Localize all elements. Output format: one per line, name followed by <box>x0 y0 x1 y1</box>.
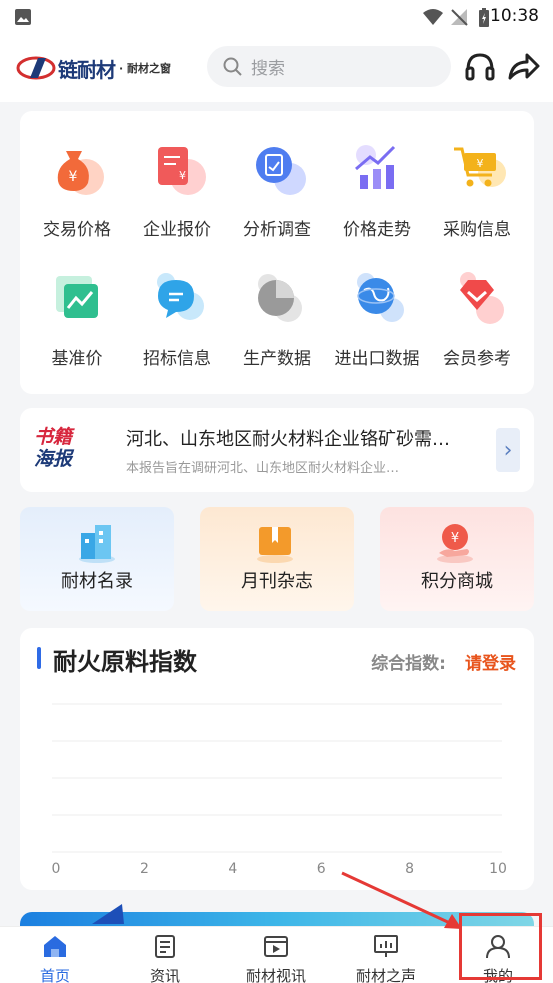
chat-bubble-icon <box>157 273 204 320</box>
grid-item-member-reference[interactable]: 会员参考 <box>427 266 527 369</box>
video-icon <box>264 936 288 957</box>
grid-item-production-data[interactable]: 生产数据 <box>227 266 327 369</box>
news-doc-icon <box>155 935 175 958</box>
logo-mark-icon <box>16 56 56 80</box>
trend-chart-icon <box>355 145 396 189</box>
invoice-icon: ¥ <box>158 147 206 195</box>
battery-icon <box>479 8 489 27</box>
grid-item-label: 进出口数据 <box>334 349 420 369</box>
search-icon <box>223 57 242 76</box>
index-chart-card: 耐火原料指数 综合指数: 请登录 0 2 4 6 8 10 <box>20 628 534 890</box>
building-icon <box>79 525 115 563</box>
no-signal-icon <box>451 9 468 26</box>
tab-label: 首页 <box>39 967 70 983</box>
badge-line-1: 书籍 <box>34 426 73 448</box>
feature-card-label: 耐材名录 <box>61 571 133 592</box>
x-tick-label: 0 <box>52 861 61 877</box>
pie-chart-icon <box>258 274 302 322</box>
grid-item-label: 企业报价 <box>143 220 211 240</box>
grid-item-benchmark[interactable]: 基准价 <box>27 266 127 369</box>
index-line-chart: 0 2 4 6 8 10 <box>52 703 507 877</box>
grid-item-tender[interactable]: 招标信息 <box>127 266 227 369</box>
banner-arrow-decoration <box>92 904 124 924</box>
grid-item-label: 会员参考 <box>443 349 511 369</box>
feature-card-label: 月刊杂志 <box>241 571 313 592</box>
tab-video[interactable]: 耐材视讯 <box>221 927 331 983</box>
grid-item-label: 交易价格 <box>43 220 111 240</box>
news-card[interactable]: 书籍 海报 河北、山东地区耐火材料企业铬矿砂需… 本报告旨在调研河北、山东地区耐… <box>20 408 534 492</box>
tab-label: 耐材之声 <box>355 967 416 983</box>
function-grid: ¥ 交易价格 ¥ 企业报价 分析调查 价格走势 ¥ 采购信息 基准价 招标信息 … <box>20 111 534 394</box>
grid-item-label: 采购信息 <box>443 220 511 240</box>
money-bag-icon: ¥ <box>57 151 104 195</box>
grid-item-import-export[interactable]: 进出口数据 <box>327 266 427 369</box>
x-tick-label: 2 <box>140 861 149 877</box>
home-icon <box>44 936 66 957</box>
x-tick-label: 10 <box>489 861 507 877</box>
vip-badge-icon <box>460 272 504 324</box>
svg-text:¥: ¥ <box>179 169 186 182</box>
chevron-right-icon[interactable]: › <box>496 428 520 472</box>
book-poster-badge: 书籍 海报 <box>34 426 88 474</box>
tab-voice[interactable]: 耐材之声 <box>331 927 441 983</box>
grid-item-company-quote[interactable]: ¥ 企业报价 <box>127 137 227 240</box>
x-tick-label: 8 <box>405 861 414 877</box>
shopping-cart-icon: ¥ <box>454 147 506 187</box>
app-logo: 链耐材 · 耐材之窗 <box>16 48 206 88</box>
header: 链耐材 · 耐材之窗 搜索 <box>0 34 553 102</box>
tab-news[interactable]: 资讯 <box>110 927 220 983</box>
tab-label: 耐材视讯 <box>245 967 306 983</box>
grid-item-label: 价格走势 <box>343 220 411 240</box>
headset-icon[interactable] <box>463 50 497 84</box>
grid-item-label: 招标信息 <box>143 349 211 369</box>
x-tick-label: 6 <box>317 861 326 877</box>
coin-hand-icon: ¥ <box>437 524 473 563</box>
feature-card-points-mall[interactable]: ¥ 积分商城 <box>380 507 534 611</box>
grid-item-price-trend[interactable]: 价格走势 <box>327 137 427 240</box>
search-placeholder: 搜索 <box>251 59 285 79</box>
tab-label: 资讯 <box>149 967 180 983</box>
badge-line-2: 海报 <box>34 448 73 470</box>
clock: 10:38 <box>490 6 539 26</box>
grid-item-label: 分析调查 <box>243 220 311 240</box>
feature-card-label: 积分商城 <box>421 571 493 592</box>
report-analysis-icon <box>256 147 306 195</box>
svg-text:¥: ¥ <box>477 157 484 170</box>
benchmark-chart-icon <box>56 276 98 318</box>
grid-item-label: 生产数据 <box>243 349 311 369</box>
feature-card-magazine[interactable]: 月刊杂志 <box>200 507 354 611</box>
globe-icon <box>357 273 404 322</box>
status-bar: 10:38 <box>0 0 553 34</box>
news-description: 本报告旨在调研河北、山东地区耐火材料企业… <box>126 461 400 476</box>
grid-item-analysis[interactable]: 分析调查 <box>227 137 327 240</box>
feature-card-directory[interactable]: 耐材名录 <box>20 507 174 611</box>
wifi-icon <box>423 9 443 25</box>
presentation-icon <box>374 935 398 957</box>
share-icon[interactable] <box>507 50 541 84</box>
book-icon <box>257 527 293 563</box>
svg-text:¥: ¥ <box>69 169 78 185</box>
news-title: 河北、山东地区耐火材料企业铬矿砂需… <box>126 429 450 450</box>
grid-item-trade-price[interactable]: ¥ 交易价格 <box>27 137 127 240</box>
x-tick-label: 4 <box>228 861 237 877</box>
logo-brand-text: 链耐材 <box>58 57 116 82</box>
image-notification-icon <box>15 9 31 25</box>
grid-item-label: 基准价 <box>51 349 103 369</box>
tab-home[interactable]: 首页 <box>0 927 110 983</box>
search-input[interactable]: 搜索 <box>207 46 451 87</box>
grid-item-purchase-info[interactable]: ¥ 采购信息 <box>427 137 527 240</box>
logo-sub-text: · 耐材之窗 <box>119 62 172 75</box>
annotation-highlight-box <box>459 913 542 980</box>
svg-text:¥: ¥ <box>451 531 459 546</box>
